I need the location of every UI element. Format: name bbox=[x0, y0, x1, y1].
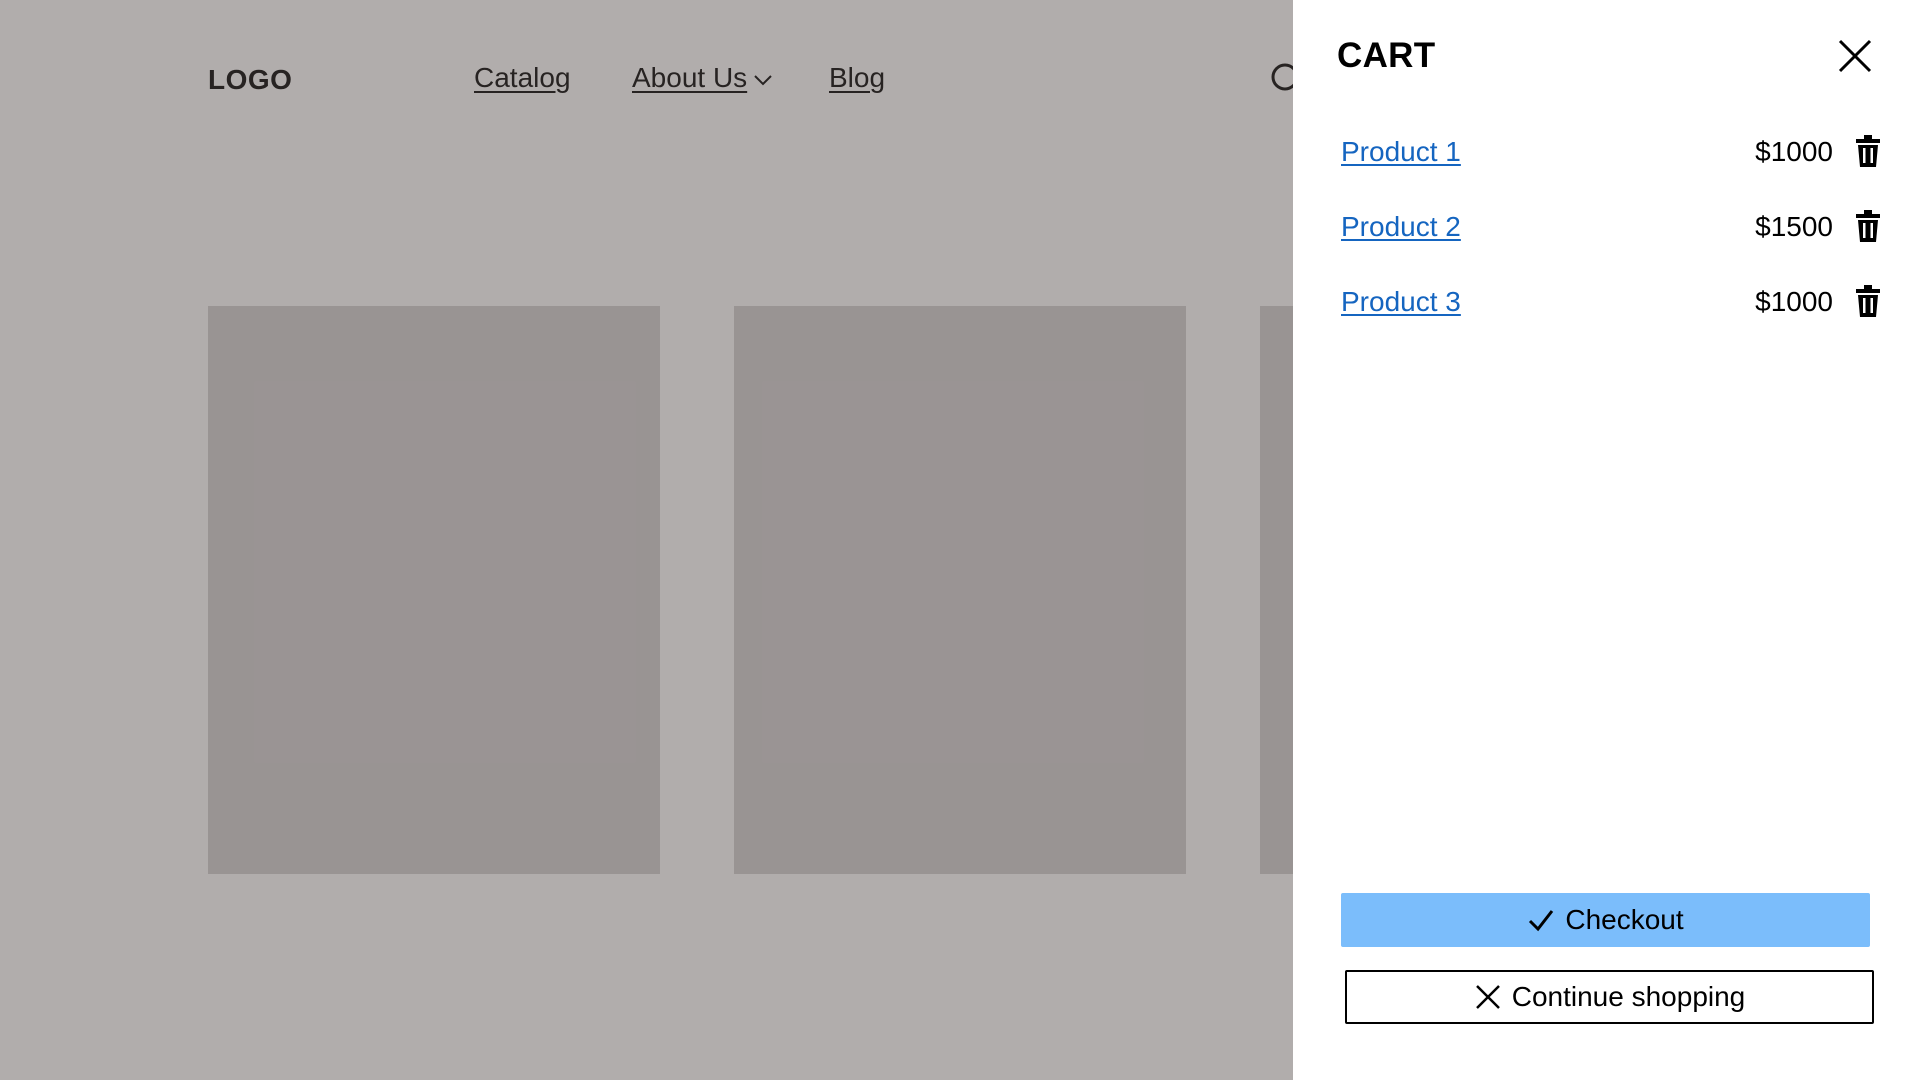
cart-item: Product 1 $1000 bbox=[1341, 128, 1881, 203]
continue-shopping-button[interactable]: Continue shopping bbox=[1345, 970, 1874, 1024]
trash-icon[interactable] bbox=[1855, 134, 1881, 168]
cart-item-price: $1500 bbox=[1755, 211, 1833, 242]
cart-item-price: $1000 bbox=[1755, 286, 1833, 317]
cart-title: CART bbox=[1337, 36, 1436, 75]
continue-shopping-label: Continue shopping bbox=[1511, 981, 1746, 1012]
checkout-button[interactable]: Checkout bbox=[1341, 893, 1870, 947]
cart-item-name[interactable]: Product 1 bbox=[1341, 136, 1461, 168]
cart-item-name[interactable]: Product 3 bbox=[1341, 286, 1461, 318]
trash-icon[interactable] bbox=[1855, 209, 1881, 243]
cart-item-price: $1000 bbox=[1755, 136, 1833, 167]
check-icon bbox=[1529, 910, 1554, 932]
cart-item-name[interactable]: Product 2 bbox=[1341, 211, 1461, 243]
cart-item: Product 3 $1000 bbox=[1341, 278, 1881, 353]
cart-drawer: CART Product 1 $1000 Product 2 $1500 Pro… bbox=[1293, 0, 1920, 1080]
trash-icon[interactable] bbox=[1855, 284, 1881, 318]
close-icon[interactable] bbox=[1835, 36, 1875, 76]
close-icon bbox=[1475, 985, 1500, 1009]
cart-item: Product 2 $1500 bbox=[1341, 203, 1881, 278]
cart-item-list: Product 1 $1000 Product 2 $1500 Product … bbox=[1341, 128, 1881, 353]
checkout-label: Checkout bbox=[1565, 904, 1684, 935]
